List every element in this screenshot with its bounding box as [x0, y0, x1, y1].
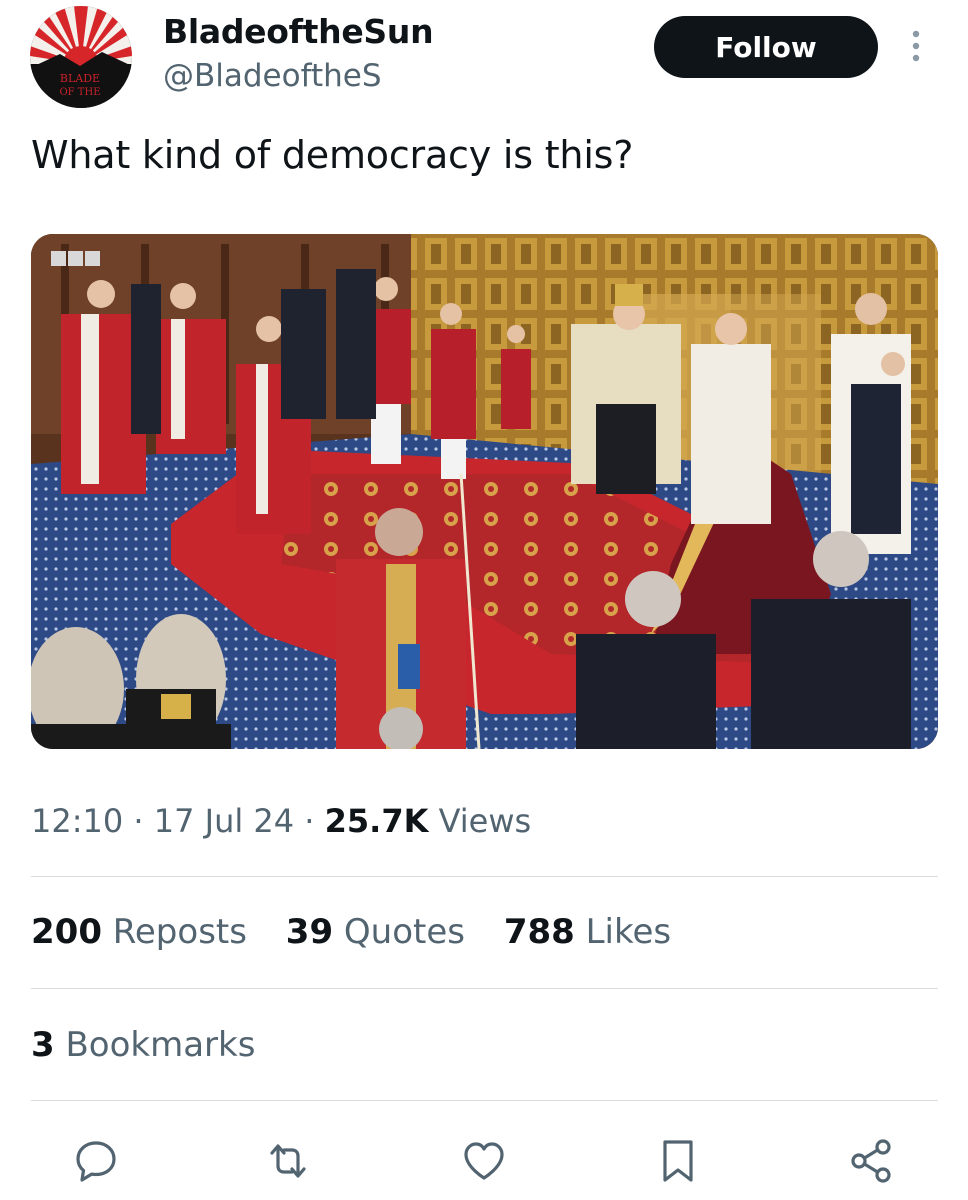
views-label: Views	[438, 802, 532, 840]
avatar-image: BLADE OF THE	[30, 6, 132, 108]
tweet-photo-illustration	[31, 234, 938, 749]
views-count: 25.7K	[324, 802, 429, 840]
repost-icon[interactable]	[262, 1135, 314, 1187]
tweet-time[interactable]: 12:10	[31, 802, 123, 840]
bbc-watermark	[51, 251, 100, 266]
quotes-label: Quotes	[343, 912, 465, 952]
likes-stat[interactable]: 788 Likes	[504, 912, 671, 952]
quotes-count: 39	[285, 912, 334, 952]
share-icon[interactable]	[846, 1135, 898, 1187]
tweet-date[interactable]: 17 Jul 24	[154, 802, 294, 840]
divider	[31, 876, 938, 877]
engagement-stats: 200 Reposts 39 Quotes 788 Likes	[31, 912, 699, 952]
likes-label: Likes	[585, 912, 672, 952]
author-handle[interactable]: @BladeoftheS	[163, 58, 382, 94]
more-vertical-icon[interactable]	[906, 28, 926, 68]
avatar[interactable]: BLADE OF THE	[30, 6, 132, 108]
follow-button[interactable]: Follow	[654, 16, 878, 78]
bookmarks-label: Bookmarks	[65, 1025, 256, 1065]
reposts-label: Reposts	[112, 912, 247, 952]
reply-icon[interactable]	[70, 1135, 122, 1187]
tweet-text: What kind of democracy is this?	[31, 133, 634, 177]
quotes-stat[interactable]: 39 Quotes	[286, 912, 476, 952]
meta-separator: ·	[304, 802, 315, 840]
likes-count: 788	[503, 912, 575, 952]
meta-separator: ·	[133, 802, 144, 840]
tweet-meta: 12:10 · 17 Jul 24 · 25.7K Views	[31, 802, 531, 840]
svg-text:OF THE: OF THE	[59, 87, 100, 98]
heart-icon[interactable]	[458, 1135, 510, 1187]
divider	[31, 1100, 938, 1101]
author-display-name[interactable]: BladeoftheSun	[163, 12, 434, 51]
bookmarks-stat[interactable]: 3 Bookmarks	[31, 1025, 255, 1065]
bookmarks-count: 3	[31, 1025, 55, 1065]
divider	[31, 988, 938, 989]
avatar-logo-text: BLADE	[60, 72, 100, 85]
reposts-count: 200	[31, 912, 102, 952]
bookmark-icon[interactable]	[652, 1135, 704, 1187]
reposts-stat[interactable]: 200 Reposts	[31, 912, 258, 952]
tweet-photo[interactable]	[31, 234, 938, 749]
